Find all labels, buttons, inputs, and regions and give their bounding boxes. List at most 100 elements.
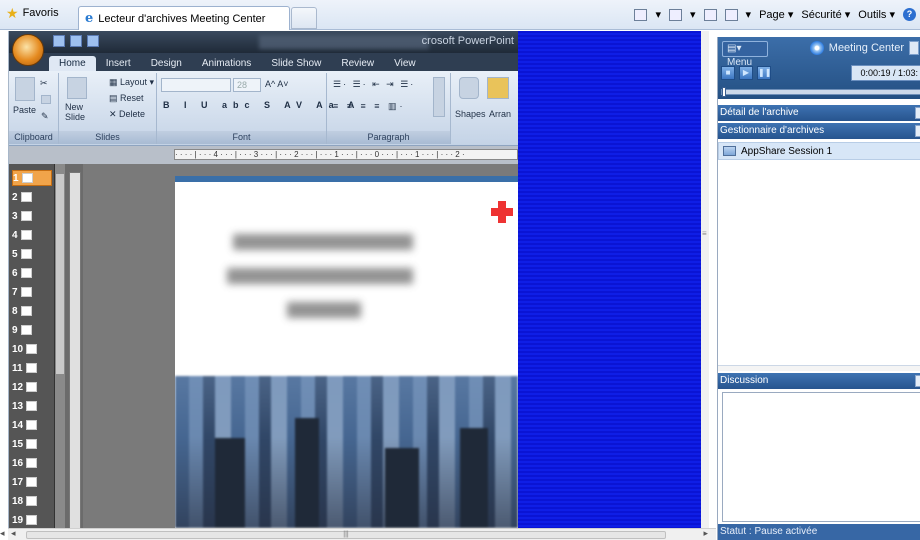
redo-icon[interactable]: [87, 35, 99, 47]
align-buttons[interactable]: ≡ ≡ ≡ ≡ ▥·: [333, 101, 406, 112]
browser-tab[interactable]: e Lecteur d'archives Meeting Center: [78, 6, 290, 30]
slide-thumbnail[interactable]: 15: [12, 436, 52, 452]
text-direction-icon[interactable]: [433, 77, 445, 117]
slide-thumbnail[interactable]: 19: [12, 512, 52, 528]
paste-icon[interactable]: [15, 77, 35, 101]
slide[interactable]: [175, 176, 518, 528]
panel-toggle-icon[interactable]: [909, 41, 919, 55]
panel-splitter[interactable]: ≡: [701, 31, 709, 528]
dropdown-arrow-icon[interactable]: ▾: [690, 8, 696, 21]
home-icon[interactable]: [634, 8, 648, 21]
playback-controls: ■ ▶ ❚❚: [721, 66, 771, 80]
expand-icon[interactable]: [915, 375, 920, 387]
slide-thumbnail[interactable]: 5: [12, 246, 52, 262]
ribbon-tab-animations[interactable]: Animations: [192, 56, 261, 71]
new-tab-button[interactable]: [291, 7, 317, 29]
arrange-button[interactable]: Arran: [489, 109, 511, 119]
slide-number: 9: [12, 324, 18, 336]
undo-icon[interactable]: [70, 35, 82, 47]
feeds-icon[interactable]: [669, 8, 683, 21]
office-button[interactable]: [12, 34, 44, 66]
archive-item-label: AppShare Session 1: [741, 145, 833, 157]
slide-thumbnail[interactable]: 7: [12, 284, 52, 300]
slide-thumbnail[interactable]: 16: [12, 455, 52, 471]
shapes-icon[interactable]: [459, 77, 479, 99]
menu-button[interactable]: ▤▾ Menu: [722, 41, 768, 68]
thumbnail-scrollbar[interactable]: [55, 164, 65, 528]
slide-thumbnail[interactable]: 11: [12, 360, 52, 376]
arrange-icon[interactable]: [487, 77, 509, 99]
favorites-label: Favoris: [22, 7, 59, 19]
print-icon[interactable]: [724, 8, 738, 21]
slide-thumbnail[interactable]: 12: [12, 379, 52, 395]
page-menu[interactable]: Page ▾: [759, 8, 793, 21]
slide-number: 11: [12, 362, 23, 374]
new-slide-icon[interactable]: [67, 77, 87, 99]
ruler-scale: · · · · | · · · 4 · · · | · · · 3 · · · …: [174, 149, 518, 160]
time-display: 0:00:19 / 1:03:: [851, 65, 920, 81]
slide-thumbnail[interactable]: 3: [12, 208, 52, 224]
reset-button[interactable]: ▤ Reset: [109, 93, 144, 104]
mail-icon[interactable]: [703, 8, 717, 21]
slider-knob[interactable]: [722, 87, 726, 97]
scroll-left-icon[interactable]: ◂: [11, 528, 16, 539]
shapes-button[interactable]: Shapes: [455, 109, 486, 119]
ribbon-tab-home[interactable]: Home: [49, 56, 96, 71]
font-size-field[interactable]: 28: [233, 78, 261, 92]
expand-icon[interactable]: [915, 125, 920, 137]
list-buttons[interactable]: ☰· ☰· ⇤ ⇥ ☰·: [333, 79, 415, 90]
save-icon[interactable]: [53, 35, 65, 47]
slide-number: 4: [12, 229, 18, 241]
font-name-field[interactable]: [161, 78, 231, 92]
playback-slider[interactable]: [721, 87, 920, 97]
slide-thumbnail[interactable]: 1: [12, 170, 52, 186]
stop-icon[interactable]: ■: [721, 66, 735, 80]
slide-thumbnail[interactable]: 9: [12, 322, 52, 338]
pause-icon[interactable]: ❚❚: [757, 66, 771, 80]
slide-thumbnail[interactable]: 14: [12, 417, 52, 433]
discussion-header[interactable]: Discussion: [718, 373, 920, 389]
archive-list-item[interactable]: AppShare Session 1: [718, 142, 920, 160]
archive-manager-header[interactable]: Gestionnaire d'archives: [718, 123, 920, 139]
appshare-icon: [723, 146, 736, 156]
security-menu[interactable]: Sécurité ▾: [801, 8, 850, 21]
slide-thumbnail[interactable]: 2: [12, 189, 52, 205]
favorites-button[interactable]: ★ Favoris: [6, 6, 59, 20]
dropdown-arrow-icon[interactable]: ▾: [746, 8, 752, 21]
ribbon-tab-review[interactable]: Review: [331, 56, 384, 71]
expand-icon[interactable]: [915, 107, 920, 119]
layout-label: Layout: [120, 77, 148, 87]
scrollbar-thumb[interactable]: |||: [26, 531, 666, 539]
slide-thumbnail[interactable]: 18: [12, 493, 52, 509]
scrollbar-thumb[interactable]: [56, 174, 64, 374]
help-icon[interactable]: ?: [903, 8, 916, 21]
slide-thumbnail[interactable]: 8: [12, 303, 52, 319]
horizontal-scrollbar[interactable]: ◂ ||| ▸: [8, 528, 716, 540]
panel-divider[interactable]: [718, 366, 920, 371]
play-icon[interactable]: ▶: [739, 66, 753, 80]
slide-number: 14: [12, 419, 24, 431]
paste-button[interactable]: Paste: [13, 105, 36, 115]
dropdown-arrow-icon[interactable]: ▾: [655, 8, 661, 21]
ribbon-tab-insert[interactable]: Insert: [96, 56, 141, 71]
copy-icon[interactable]: [41, 95, 51, 104]
layout-button[interactable]: ▦ Layout ▾: [109, 77, 154, 88]
slide-thumbnail[interactable]: 10: [12, 341, 52, 357]
format-painter-icon[interactable]: ✎: [41, 111, 49, 122]
slide-thumbnail[interactable]: 17: [12, 474, 52, 490]
scroll-right-icon[interactable]: ▸: [703, 528, 708, 539]
tools-menu[interactable]: Outils ▾: [858, 8, 895, 21]
archive-details-header[interactable]: Détail de l'archive: [718, 105, 920, 121]
new-slide-button[interactable]: New Slide: [65, 102, 85, 122]
grow-font-icon[interactable]: A^ A˅: [265, 79, 289, 89]
scroll-left-icon[interactable]: ◂: [0, 528, 5, 539]
cut-icon[interactable]: ✂: [40, 78, 48, 89]
delete-button[interactable]: ✕ Delete: [109, 109, 145, 120]
ribbon-tab-view[interactable]: View: [384, 56, 426, 71]
slide-thumbnail[interactable]: 13: [12, 398, 52, 414]
slide-thumbnail[interactable]: 6: [12, 265, 52, 281]
discussion-area[interactable]: [722, 392, 920, 522]
ribbon-tab-slide-show[interactable]: Slide Show: [261, 56, 331, 71]
slide-thumbnail[interactable]: 4: [12, 227, 52, 243]
ribbon-tab-design[interactable]: Design: [141, 56, 192, 71]
